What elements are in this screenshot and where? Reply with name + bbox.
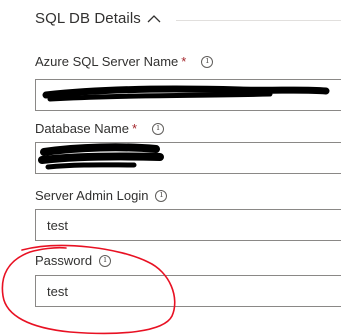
redaction-mark — [38, 143, 164, 170]
redaction-mark — [42, 85, 330, 102]
admin-login-label: Server Admin Login — [35, 188, 149, 203]
info-icon[interactable]: i — [152, 122, 165, 135]
section-header[interactable]: SQL DB Details — [35, 10, 161, 27]
section-divider — [176, 20, 341, 21]
info-icon[interactable]: i — [155, 189, 168, 202]
server-name-label: Azure SQL Server Name — [35, 54, 179, 69]
admin-login-label-row: Server Admin Login i — [35, 188, 168, 203]
database-name-label: Database Name — [35, 121, 129, 136]
password-input[interactable]: test — [35, 275, 341, 307]
section-title: SQL DB Details — [35, 10, 141, 27]
required-marker: * — [131, 121, 138, 136]
chevron-up-icon[interactable] — [147, 14, 161, 24]
password-label: Password — [35, 253, 93, 268]
password-value: test — [47, 283, 68, 299]
info-icon[interactable]: i — [99, 254, 112, 267]
admin-login-value: test — [47, 217, 68, 233]
admin-login-input[interactable]: test — [35, 209, 341, 241]
server-name-label-row: Azure SQL Server Name * i — [35, 54, 214, 69]
required-marker: * — [181, 54, 187, 69]
database-name-label-row: Database Name * i — [35, 121, 165, 136]
password-label-row: Password i — [35, 253, 112, 268]
info-icon[interactable]: i — [201, 55, 214, 68]
